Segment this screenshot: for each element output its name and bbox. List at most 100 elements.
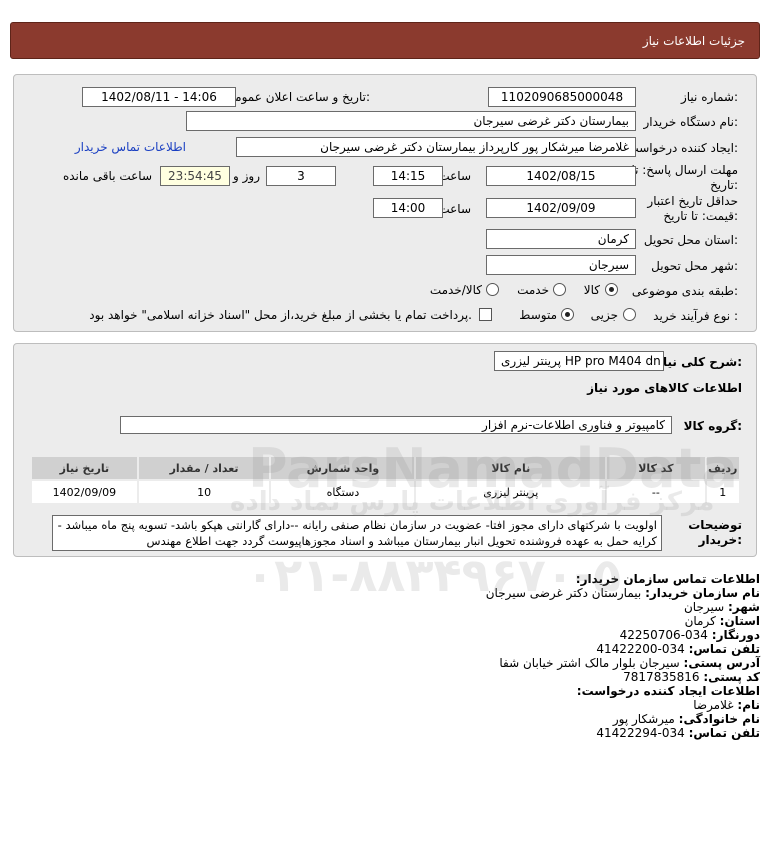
validity-label-2: قیمت: تا تاریخ: bbox=[663, 209, 738, 223]
city-field[interactable]: سیرجان bbox=[486, 255, 636, 275]
days-field[interactable]: 3 bbox=[266, 166, 336, 186]
col-need-date: تاریخ نیاز bbox=[30, 455, 139, 481]
summary-field[interactable]: پرینتر لیزری HP pro M404 dn bbox=[494, 351, 664, 371]
process-label: نوع فرآیند خرید : bbox=[653, 309, 738, 323]
contact-title: اطلاعات تماس سازمان خریدار: bbox=[575, 572, 760, 586]
deadline-label-2: تاریخ: bbox=[710, 178, 738, 192]
col-row: ردیف bbox=[704, 455, 742, 481]
process-radio-small[interactable] bbox=[623, 308, 636, 321]
summary-label: شرح کلی نیاز: bbox=[656, 355, 742, 369]
creator-last-name-value: میرشکار پور bbox=[612, 712, 675, 726]
col-unit: واحد شمارش bbox=[269, 455, 417, 481]
contact-city-value: سیرجان bbox=[683, 600, 725, 614]
contact-fax-value: 034-42250706 bbox=[619, 628, 708, 642]
creator-phone-row: تلفن تماس: 034-41422294 bbox=[486, 726, 760, 740]
cell-need-date: 1402/09/09 bbox=[30, 479, 139, 505]
validity-label: حداقل تاریخ اعتبار bbox=[647, 194, 738, 208]
validity-time-label: ساعت bbox=[438, 202, 471, 216]
creator-info-title: اطلاعات ایجاد کننده درخواست: bbox=[576, 684, 760, 698]
category-radio-goods-service[interactable] bbox=[486, 283, 499, 296]
treasury-payment-checkbox[interactable] bbox=[479, 308, 492, 321]
creator-phone-label: تلفن تماس: bbox=[688, 726, 760, 740]
creator-label: ایجاد کننده درخواست: bbox=[627, 141, 738, 155]
creator-phone-value: 034-41422294 bbox=[596, 726, 685, 740]
deadline-date-field[interactable]: 1402/08/15 bbox=[486, 166, 636, 186]
validity-time-field[interactable]: 14:00 bbox=[373, 198, 443, 218]
goods-table: ردیف کد کالا نام کالا واحد شمارش تعداد /… bbox=[30, 455, 742, 505]
category-radio-service[interactable] bbox=[553, 283, 566, 296]
goods-group-label: گروه کالا: bbox=[683, 419, 742, 433]
contact-address-label: آدرس پستی: bbox=[683, 656, 760, 670]
need-info-panel: شماره نیاز: 1102090685000048 تاریخ و ساع… bbox=[13, 74, 757, 332]
city-label: شهر محل تحویل: bbox=[651, 259, 738, 273]
need-details-panel: شرح کلی نیاز: پرینتر لیزری HP pro M404 d… bbox=[13, 343, 757, 557]
category-radio-goods[interactable] bbox=[605, 283, 618, 296]
contact-city-row: شهر: سیرجان bbox=[486, 600, 760, 614]
need-number-label: شماره نیاز: bbox=[680, 90, 738, 104]
contact-province-row: استان: کرمان bbox=[486, 614, 760, 628]
contact-buyer-row: نام سازمان خریدار: بیمارستان دکتر غرضی س… bbox=[486, 586, 760, 600]
contact-address-value: سیرجان بلوار مالک اشتر خیابان شفا bbox=[499, 656, 680, 670]
process-option-medium: متوسط bbox=[519, 308, 557, 322]
announce-field[interactable]: 1402/08/11 - 14:06 bbox=[82, 87, 236, 107]
cell-name: پرینتر لیزری bbox=[414, 479, 608, 505]
notes-label: توضیحات bbox=[688, 518, 742, 532]
contact-phone-value: 034-41422200 bbox=[596, 642, 685, 656]
deadline-time-label: ساعت bbox=[438, 169, 471, 183]
buyer-org-field[interactable]: بیمارستان دکتر غرضی سیرجان bbox=[186, 111, 636, 131]
deadline-time-field[interactable]: 14:15 bbox=[373, 166, 443, 186]
contact-info-section: اطلاعات تماس سازمان خریدار: نام سازمان خ… bbox=[486, 572, 760, 740]
col-quantity: تعداد / مقدار bbox=[136, 455, 272, 481]
process-option-small: جزیی bbox=[590, 308, 618, 322]
buyer-org-label: نام دستگاه خریدار: bbox=[643, 115, 739, 129]
contact-phone-label: تلفن تماس: bbox=[688, 642, 760, 656]
creator-first-name-row: نام: غلامرضا bbox=[486, 698, 760, 712]
creator-first-name-value: غلامرضا bbox=[693, 698, 734, 712]
treasury-payment-note: پرداخت تمام یا بخشی از مبلغ خرید،از محل … bbox=[89, 308, 472, 322]
col-name: نام کالا bbox=[414, 455, 608, 481]
category-option-goods-service: کالا/خدمت bbox=[429, 283, 482, 297]
table-row[interactable]: 1 -- پرینتر لیزری دستگاه 10 1402/09/09 bbox=[30, 479, 742, 505]
cell-unit: دستگاه bbox=[269, 479, 417, 505]
creator-field[interactable]: غلامرضا میرشکار پور کارپرداز بیمارستان د… bbox=[236, 137, 636, 157]
category-option-goods: کالا bbox=[583, 283, 600, 297]
contact-province-value: کرمان bbox=[684, 614, 716, 628]
cell-row: 1 bbox=[704, 479, 742, 505]
contact-address-row: آدرس پستی: سیرجان بلوار مالک اشتر خیابان… bbox=[486, 656, 760, 670]
col-code: کد کالا bbox=[605, 455, 707, 481]
category-label: طبقه بندی موضوعی: bbox=[631, 284, 738, 298]
cell-quantity: 10 bbox=[136, 479, 272, 505]
notes-field[interactable]: اولویت با شرکتهای دارای مجوز افتا- عضویت… bbox=[52, 515, 662, 551]
announce-label: تاریخ و ساعت اعلان عمومی: bbox=[225, 90, 370, 104]
notes-label-2: خریدار: bbox=[698, 533, 742, 547]
deadline-label: مهلت ارسال پاسخ: تا bbox=[631, 163, 738, 177]
contact-postal-label: کد پستی: bbox=[703, 670, 760, 684]
category-option-service: خدمت bbox=[517, 283, 549, 297]
contact-postal-value: 7817835816 bbox=[623, 670, 700, 684]
creator-last-name-row: نام خانوادگی: میرشکار پور bbox=[486, 712, 760, 726]
page-title: جزئیات اطلاعات نیاز bbox=[642, 34, 745, 48]
creator-first-name-label: نام: bbox=[737, 698, 760, 712]
need-number-field[interactable]: 1102090685000048 bbox=[488, 87, 636, 107]
contact-fax-label: دورنگار: bbox=[711, 628, 760, 642]
page-header: جزئیات اطلاعات نیاز bbox=[10, 22, 760, 59]
days-label: روز و bbox=[233, 169, 260, 183]
goods-group-field[interactable]: کامپیوتر و فناوری اطلاعات-نرم افزار bbox=[120, 416, 672, 434]
remaining-label: ساعت باقی مانده bbox=[62, 169, 152, 183]
creator-last-name-label: نام خانوادگی: bbox=[678, 712, 760, 726]
contact-phone-row: تلفن تماس: 034-41422200 bbox=[486, 642, 760, 656]
contact-buyer-value: بیمارستان دکتر غرضی سیرجان bbox=[485, 586, 642, 600]
remaining-time-field: 23:54:45 bbox=[160, 166, 230, 186]
cell-code: -- bbox=[605, 479, 707, 505]
contact-buyer-label: نام سازمان خریدار: bbox=[645, 586, 760, 600]
province-label: استان محل تحویل: bbox=[643, 233, 738, 247]
process-radio-medium[interactable] bbox=[561, 308, 574, 321]
contact-fax-row: دورنگار: 034-42250706 bbox=[486, 628, 760, 642]
goods-table-header: ردیف کد کالا نام کالا واحد شمارش تعداد /… bbox=[30, 455, 742, 481]
contact-province-label: استان: bbox=[719, 614, 760, 628]
buyer-contact-link[interactable]: اطلاعات تماس خریدار bbox=[75, 140, 186, 154]
validity-date-field[interactable]: 1402/09/09 bbox=[486, 198, 636, 218]
goods-info-title: اطلاعات کالاهای مورد نیاز bbox=[587, 381, 742, 395]
province-field[interactable]: کرمان bbox=[486, 229, 636, 249]
contact-postal-row: کد پستی: 7817835816 bbox=[486, 670, 760, 684]
